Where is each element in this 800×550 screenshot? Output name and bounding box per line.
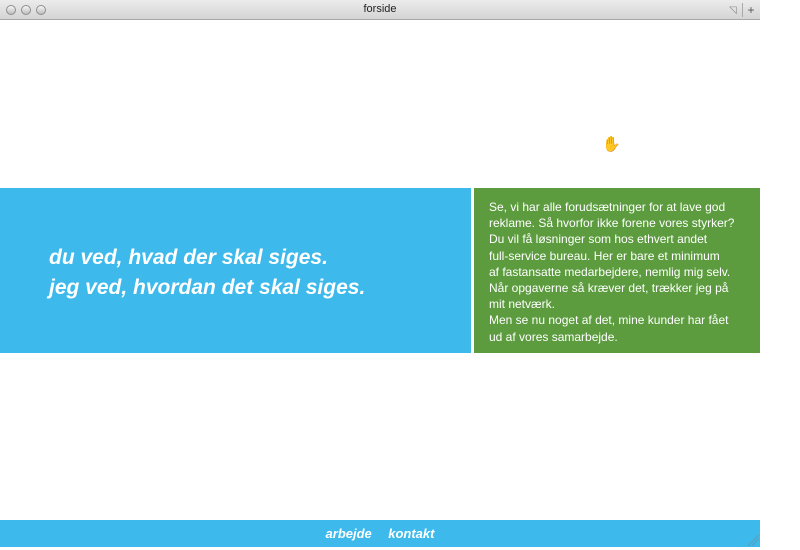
about-line: Men se nu noget af det, mine kunder har … [489,313,729,328]
toolbar-toggle-icon[interactable]: ◹ [729,5,737,16]
footer-nav-bar: arbejde kontakt [0,520,760,547]
add-tab-button[interactable]: + [742,3,759,17]
nav-link-arbejde[interactable]: arbejde [326,526,372,541]
tagline-line: jeg ved, hvordan det skal siges. [49,276,366,299]
resize-grip-icon[interactable] [747,534,759,546]
about-line: ud af vores samarbejde. [489,329,618,344]
about-line: full-service bureau. Her er bare et mini… [489,248,720,263]
tagline-line: du ved, hvad der skal siges. [49,246,328,269]
footer-nav: arbejde kontakt [0,525,760,543]
about-text: Se, vi har alle forudsætninger for at la… [489,199,755,345]
title-bar[interactable]: forside ◹ + [0,0,760,20]
about-line: mit netværk. [489,297,556,312]
hand-cursor-icon: ✋ [602,136,621,153]
nav-link-kontakt[interactable]: kontakt [388,526,434,541]
about-line: reklame. Så hvorfor ikke forene vores st… [489,216,735,231]
browser-window: forside ◹ + ✋ du ved, hvad der skal sige… [0,0,760,547]
about-line: Når opgaverne så kræver det, trækker jeg… [489,281,729,296]
window-title: forside [363,3,397,15]
tagline: du ved, hvad der skal siges. jeg ved, hv… [49,243,365,303]
about-line: af fastansatte medarbejdere, nemlig mig … [489,264,731,279]
about-line: Du vil få løsninger som hos ethvert ande… [489,232,708,247]
about-line: Se, vi har alle forudsætninger for at la… [489,200,726,214]
